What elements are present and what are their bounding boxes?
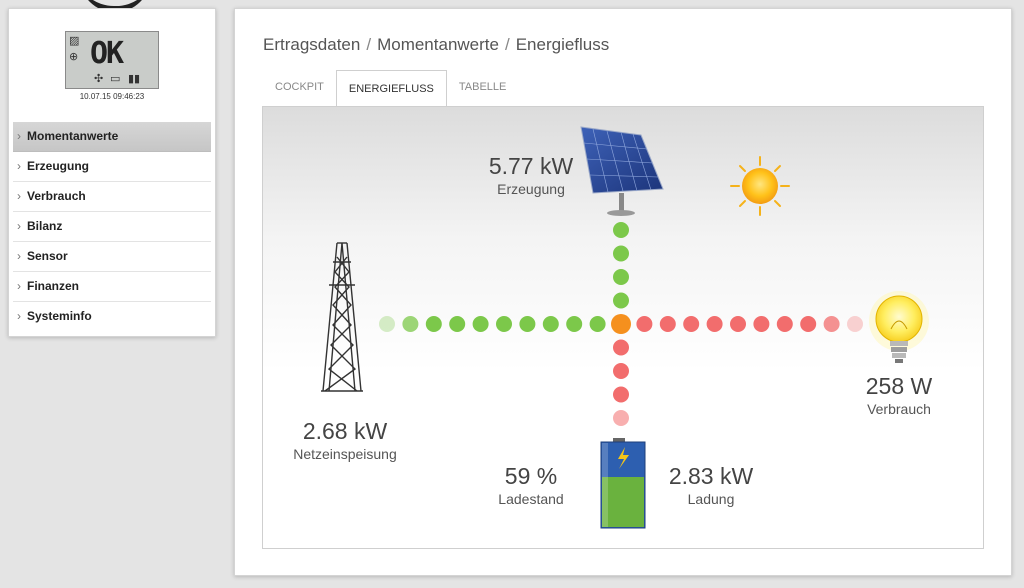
flow-dot-consumption [730,316,746,332]
tab-bar: COCKPIT ENERGIEFLUSS TABELLE [263,69,519,107]
consumption-value: 258 W [865,373,933,399]
flow-dot-generation [613,269,629,285]
battery-charge-value: 2.83 kW [668,463,754,489]
flow-dot-consumption [823,316,840,332]
globe-icon: ⊕ [69,51,79,63]
flow-dot-consumption [683,316,700,332]
signal-icon: ▮▮ [128,73,141,85]
battery-charge-level [602,477,644,527]
battery-soc-label: Ladestand [498,491,564,507]
tab-cockpit[interactable]: COCKPIT [263,69,336,105]
sidebar-item-label: Sensor [27,249,68,263]
flow-dot-grid [496,316,512,332]
sidebar-item-verbrauch[interactable]: › Verbrauch [13,182,211,212]
sidebar-item-finanzen[interactable]: › Finanzen [13,272,211,302]
flow-dot-battery [613,410,629,426]
flow-dot-battery [613,339,629,356]
flow-dot-battery [613,363,629,379]
chevron-right-icon: › [17,219,21,233]
flow-dot-generation [613,245,629,262]
light-bulb-icon [869,291,929,363]
flow-dot-grid [519,316,536,332]
breadcrumb: Ertragsdaten / Momentanwerte / Energiefluss [263,35,609,55]
sidebar-item-label: Bilanz [27,219,63,233]
grid-feed-in-label: Netzeinspeisung [293,446,397,462]
flow-hub [611,314,631,334]
energy-flow-diagram: 5.77 kW Erzeugung 258 W Verbrauch 2.68 k… [262,106,984,549]
sidebar-item-label: Systeminfo [27,309,92,323]
consumption-label: Verbrauch [867,401,931,417]
flow-dot-grid [472,316,489,332]
flow-dot-grid [379,316,395,332]
chevron-right-icon: › [17,129,21,143]
fan-icon: ✣ [94,73,104,85]
flow-dot-grid [589,316,606,332]
sidebar-item-bilanz[interactable]: › Bilanz [13,212,211,242]
sidebar-item-systeminfo[interactable]: › Systeminfo [13,302,211,331]
breadcrumb-separator: / [504,35,510,54]
generation-label: Erzeugung [497,181,565,197]
flow-dot-grid [402,316,419,332]
flow-dot-consumption [847,316,863,332]
flow-dot-consumption [636,316,653,332]
grid-icon: ▨ [69,35,80,47]
battery-icon: ▭ [110,73,121,85]
energy-flow-dots [379,222,863,426]
tab-energiefluss[interactable]: ENERGIEFLUSS [335,70,447,107]
sidebar-item-erzeugung[interactable]: › Erzeugung [13,152,211,182]
flow-dot-generation [613,222,629,238]
flow-dot-grid [425,316,442,332]
battery-soc-value: 59 % [504,463,558,489]
main-panel: Ertragsdaten / Momentanwerte / Energiefluss … [234,8,1012,576]
breadcrumb-item-energiefluss: Energiefluss [515,35,610,54]
breadcrumb-item-ertragsdaten[interactable]: Ertragsdaten [263,35,360,54]
chevron-right-icon: › [17,189,21,203]
grid-feed-in-value: 2.68 kW [302,418,388,444]
flow-dot-consumption [753,316,770,332]
flow-dot-consumption [706,316,723,332]
chevron-right-icon: › [17,309,21,323]
sidebar-menu: › Momentanwerte › Erzeugung › Verbrauch › Bi… [13,122,211,331]
battery-charge-label: Ladung [687,491,735,507]
power-pylon-icon [321,242,363,392]
chevron-right-icon: › [17,249,21,263]
inverter-lcd-display: ▨ ⊕ ✣ ▭ ▮▮ OK [65,31,159,89]
flow-dot-battery [613,386,629,403]
sidebar-item-label: Finanzen [27,279,80,293]
energy-flow-graphics [321,126,929,529]
sidebar-item-momentanwerte[interactable]: › Momentanwerte [13,122,211,152]
lcd-status-text: OK [90,36,124,71]
breadcrumb-item-momentanwerte[interactable]: Momentanwerte [377,35,499,54]
sidebar-item-sensor[interactable]: › Sensor [13,242,211,272]
flow-dot-consumption [659,316,676,332]
sidebar-item-label: Momentanwerte [27,129,119,143]
flow-dot-consumption [776,316,793,332]
status-timestamp: 10.07.15 09:46:23 [79,92,145,101]
battery-icon [600,438,646,529]
tab-tabelle[interactable]: TABELLE [447,69,519,105]
chevron-right-icon: › [17,159,21,173]
sun-icon [730,156,790,216]
flow-dot-consumption [800,316,817,332]
breadcrumb-separator: / [366,35,372,54]
sidebar-item-label: Erzeugung [27,159,89,173]
chevron-right-icon: › [17,279,21,293]
sidebar: ▨ ⊕ ✣ ▭ ▮▮ OK 10.07.15 09:46:23 › Momenta… [8,8,216,337]
sidebar-item-label: Verbrauch [27,189,86,203]
flow-dot-grid [542,316,559,332]
flow-dot-grid [566,316,583,332]
flow-dot-generation [613,292,629,309]
generation-value: 5.77 kW [488,153,574,179]
flow-dot-grid [449,316,466,332]
